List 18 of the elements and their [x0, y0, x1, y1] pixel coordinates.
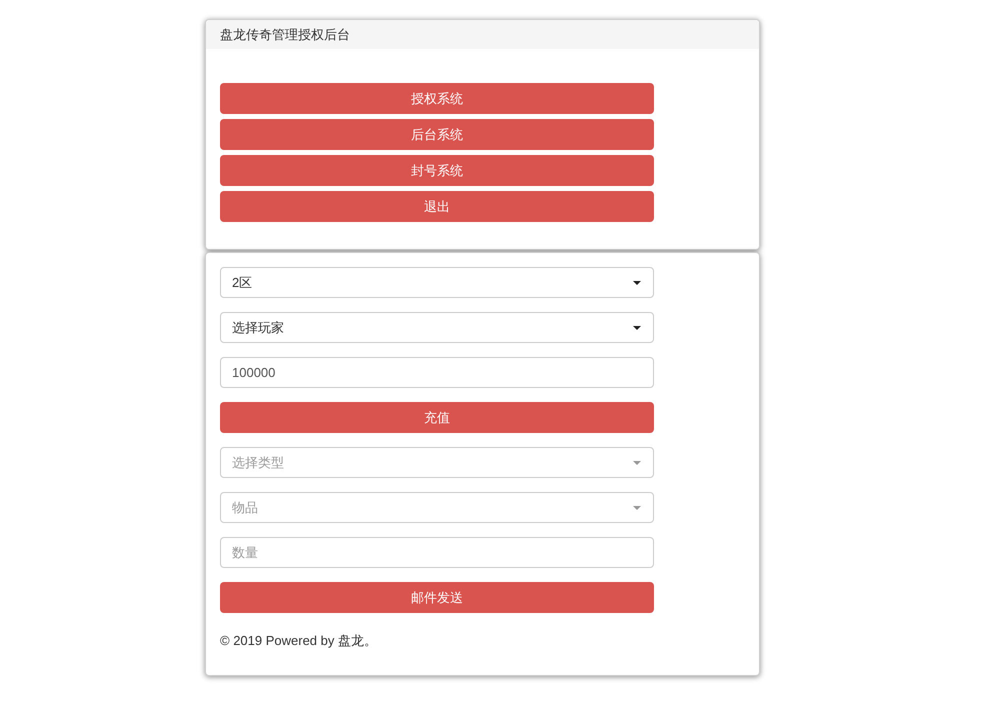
submit-button[interactable]: 充值: [220, 402, 654, 433]
input-field[interactable]: 100000: [220, 357, 654, 388]
dropdown[interactable]: 选择玩家: [220, 312, 654, 343]
caret-icon: [633, 460, 641, 464]
menu-button[interactable]: 授权系统: [220, 83, 654, 114]
caret-icon: [633, 326, 641, 330]
caret-icon: [633, 280, 641, 284]
caret-icon: [633, 506, 641, 510]
dropdown[interactable]: 2区: [220, 267, 654, 298]
submit-button[interactable]: 邮件发送: [220, 582, 654, 613]
dropdown[interactable]: 物品: [220, 492, 654, 523]
panel-title: 盘龙传奇管理授权后台: [220, 26, 350, 44]
menu-button[interactable]: 后台系统: [220, 119, 654, 150]
dropdown[interactable]: 选择类型: [220, 447, 654, 478]
copyright-text: © 2019 Powered by 盘龙。: [220, 633, 377, 648]
input-field[interactable]: 数量: [220, 537, 654, 568]
menu-button[interactable]: 退出: [220, 191, 654, 222]
menu-button[interactable]: 封号系统: [220, 155, 654, 186]
